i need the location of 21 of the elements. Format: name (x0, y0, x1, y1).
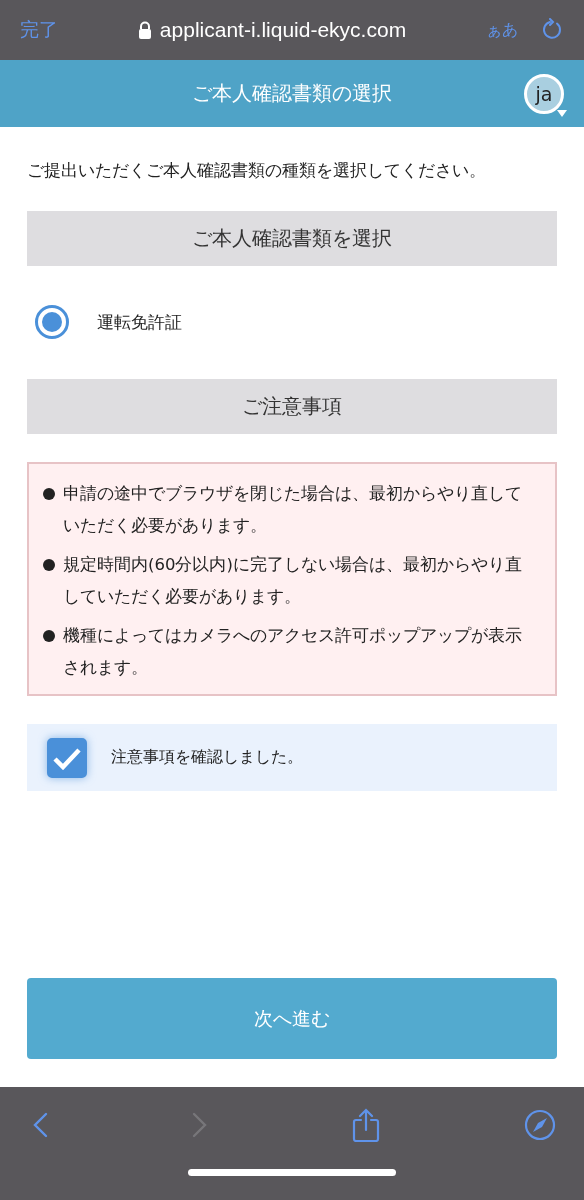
compass-icon[interactable] (524, 1109, 556, 1141)
notice-text: 機種によってはカメラへのアクセス許可ポップアップが表示されます。 (63, 625, 523, 679)
bullet-icon (43, 488, 55, 500)
notice-text: 規定時間内(60分以内)に完了しない場合は、最初からやり直していただく必要があります。 (63, 554, 523, 608)
reload-icon[interactable] (542, 18, 564, 42)
share-icon[interactable] (352, 1108, 380, 1142)
checkbox-label[interactable]: 注意事項を確認しました。 (111, 747, 303, 768)
page-title: ご本人確認書類の選択 (192, 80, 392, 107)
lock-icon (137, 21, 152, 39)
language-button[interactable]: ja (524, 74, 564, 114)
checkbox[interactable] (47, 737, 87, 778)
instruction-text: ご提出いただくご本人確認書類の種類を選択してください。 (27, 160, 487, 182)
section-heading: ご本人確認書類を選択 (27, 211, 557, 266)
radio-button[interactable] (35, 305, 69, 339)
option-label[interactable]: 運転免許証 (97, 310, 182, 334)
back-icon[interactable] (32, 1112, 48, 1138)
bullet-icon (43, 559, 55, 571)
bullet-icon (43, 630, 55, 642)
notice-text: 申請の途中でブラウザを閉じた場合は、最初からやり直していただく必要があります。 (63, 483, 523, 537)
section-heading: ご注意事項 (27, 379, 557, 434)
url-text[interactable]: applicant-i.liquid-ekyc.com (159, 18, 407, 42)
